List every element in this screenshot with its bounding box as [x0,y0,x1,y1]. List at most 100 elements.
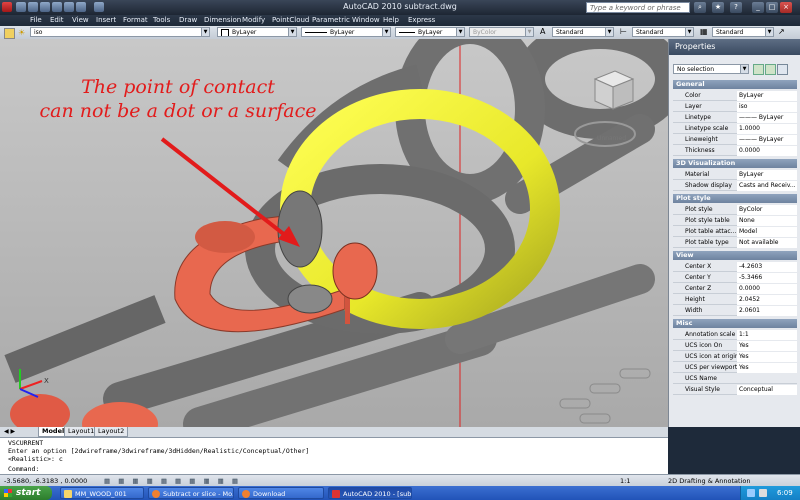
volume-icon[interactable] [759,489,767,497]
property-row[interactable]: Plot style table None [673,216,797,226]
property-value[interactable]: 1.0000 [737,124,797,134]
property-value[interactable]: Model [737,227,797,237]
section-misc[interactable]: Misc [673,319,797,328]
property-row[interactable]: Plot style ByColor [673,205,797,215]
start-button[interactable]: start [0,486,52,500]
property-row[interactable]: Center X -4.2603 [673,262,797,272]
mleader-style-icon[interactable]: ↗ [778,27,785,36]
tab-layout2[interactable]: Layout2 [94,427,129,437]
property-value[interactable]: 2.0452 [737,295,797,305]
property-value[interactable]: Not available [737,238,797,248]
maximize-button[interactable]: □ [766,2,778,13]
property-row[interactable]: Material ByLayer [673,170,797,180]
property-value[interactable]: 1:1 [737,330,797,340]
property-row[interactable]: Layer iso [673,102,797,112]
menu-help[interactable]: Help [383,16,399,24]
dim-style-icon[interactable]: ⊢ [620,27,627,36]
menu-modify[interactable]: Modify [242,16,265,24]
menu-edit[interactable]: Edit [50,16,64,24]
property-row[interactable]: Height 2.0452 [673,295,797,305]
task-subtract-slice[interactable]: Subtract or slice - Mo... [148,487,234,499]
plotstyle-dropdown[interactable]: ByColor ▼ [469,27,534,37]
section-3d-visualization[interactable]: 3D Visualization [673,159,797,168]
table-style-dropdown[interactable]: Standard ▼ [712,27,774,37]
menu-pointcloud[interactable]: PointCloud [272,16,309,24]
property-value[interactable]: -5.3466 [737,273,797,283]
menu-tools[interactable]: Tools [153,16,170,24]
search-input[interactable]: Type a keyword or phrase [586,2,690,13]
property-value[interactable]: 0.0000 [737,146,797,156]
command-line[interactable]: VSCURRENT Enter an option [2dwireframe/3… [0,437,668,475]
linetype-dropdown[interactable]: ByLayer ▼ [301,27,391,37]
menu-draw[interactable]: Draw [179,16,197,24]
property-row[interactable]: Width 2.0601 [673,306,797,316]
property-value[interactable]: ByColor [737,205,797,215]
text-style-icon[interactable]: A [540,27,545,36]
property-value[interactable]: ——— ByLayer [737,135,797,145]
toggle-pickadd-icon[interactable] [753,64,764,75]
task-mm-wood[interactable]: MM_WOOD_001 [60,487,144,499]
property-row[interactable]: UCS per viewport Yes [673,363,797,373]
text-style-dropdown[interactable]: Standard ▼ [552,27,614,37]
property-row[interactable]: UCS Name [673,374,797,384]
quick-select-icon[interactable] [777,64,788,75]
property-value[interactable]: ByLayer [737,170,797,180]
section-general[interactable]: General [673,80,797,89]
star-icon[interactable]: ★ [712,2,724,13]
property-row[interactable]: Lineweight ——— ByLayer [673,135,797,145]
property-row[interactable]: Plot table attac... Model [673,227,797,237]
task-autocad[interactable]: AutoCAD 2010 - [sub... [328,487,412,499]
menu-format[interactable]: Format [123,16,148,24]
property-value[interactable]: ByLayer [737,91,797,101]
property-row[interactable]: Visual Style Conceptual [673,385,797,395]
command-prompt[interactable]: Command: [8,465,39,473]
property-value[interactable]: Yes [737,352,797,362]
property-value[interactable]: Yes [737,341,797,351]
layer-dropdown[interactable]: iso ▼ [30,27,210,37]
property-row[interactable]: UCS icon On Yes [673,341,797,351]
clock[interactable]: 6:09 [777,486,793,500]
property-value[interactable]: 2.0601 [737,306,797,316]
property-row[interactable]: Color ByLayer [673,91,797,101]
layer-manager-icon[interactable] [4,28,15,39]
property-value[interactable]: Conceptual [737,385,797,395]
property-value[interactable]: ——— ByLayer [737,113,797,123]
property-row[interactable]: Center Z 0.0000 [673,284,797,294]
dim-style-dropdown[interactable]: Standard ▼ [632,27,694,37]
menu-window[interactable]: Window [352,16,380,24]
close-button[interactable]: × [780,2,792,13]
property-value[interactable]: None [737,216,797,226]
section-plot-style[interactable]: Plot style [673,194,797,203]
network-icon[interactable] [747,489,755,497]
property-value[interactable]: iso [737,102,797,112]
property-row[interactable]: Linetype scale 1.0000 [673,124,797,134]
minimize-button[interactable]: _ [752,2,764,13]
select-objects-icon[interactable] [765,64,776,75]
selection-dropdown[interactable]: No selection ▼ [673,64,749,74]
layer-state-icon[interactable]: ☀ [18,28,25,37]
drawing-viewport[interactable]: X Unnamed The point of contact can not b… [0,39,668,427]
property-row[interactable]: Shadow display Casts and Receiv... [673,181,797,191]
property-row[interactable]: Center Y -5.3466 [673,273,797,283]
property-value[interactable]: 0.0000 [737,284,797,294]
property-row[interactable]: Plot table type Not available [673,238,797,248]
property-row[interactable]: UCS icon at origin Yes [673,352,797,362]
color-dropdown[interactable]: ByLayer ▼ [217,27,297,37]
property-row[interactable]: Annotation scale 1:1 [673,330,797,340]
property-row[interactable]: Linetype ——— ByLayer [673,113,797,123]
table-style-icon[interactable]: ▦ [700,27,708,36]
tab-nav-icon[interactable]: ◀ ▶ [4,428,15,435]
property-value[interactable]: Yes [737,363,797,373]
help-icon[interactable]: ? [730,2,742,13]
property-value[interactable]: -4.2603 [737,262,797,272]
task-download[interactable]: Download [238,487,324,499]
menu-dimension[interactable]: Dimension [204,16,241,24]
search-icon[interactable]: ⌕ [694,2,706,13]
menu-express[interactable]: Express [408,16,435,24]
property-value[interactable]: Casts and Receiv... [737,181,797,191]
menu-insert[interactable]: Insert [96,16,116,24]
menu-view[interactable]: View [72,16,89,24]
property-row[interactable]: Thickness 0.0000 [673,146,797,156]
section-view[interactable]: View [673,251,797,260]
menu-parametric[interactable]: Parametric [312,16,350,24]
